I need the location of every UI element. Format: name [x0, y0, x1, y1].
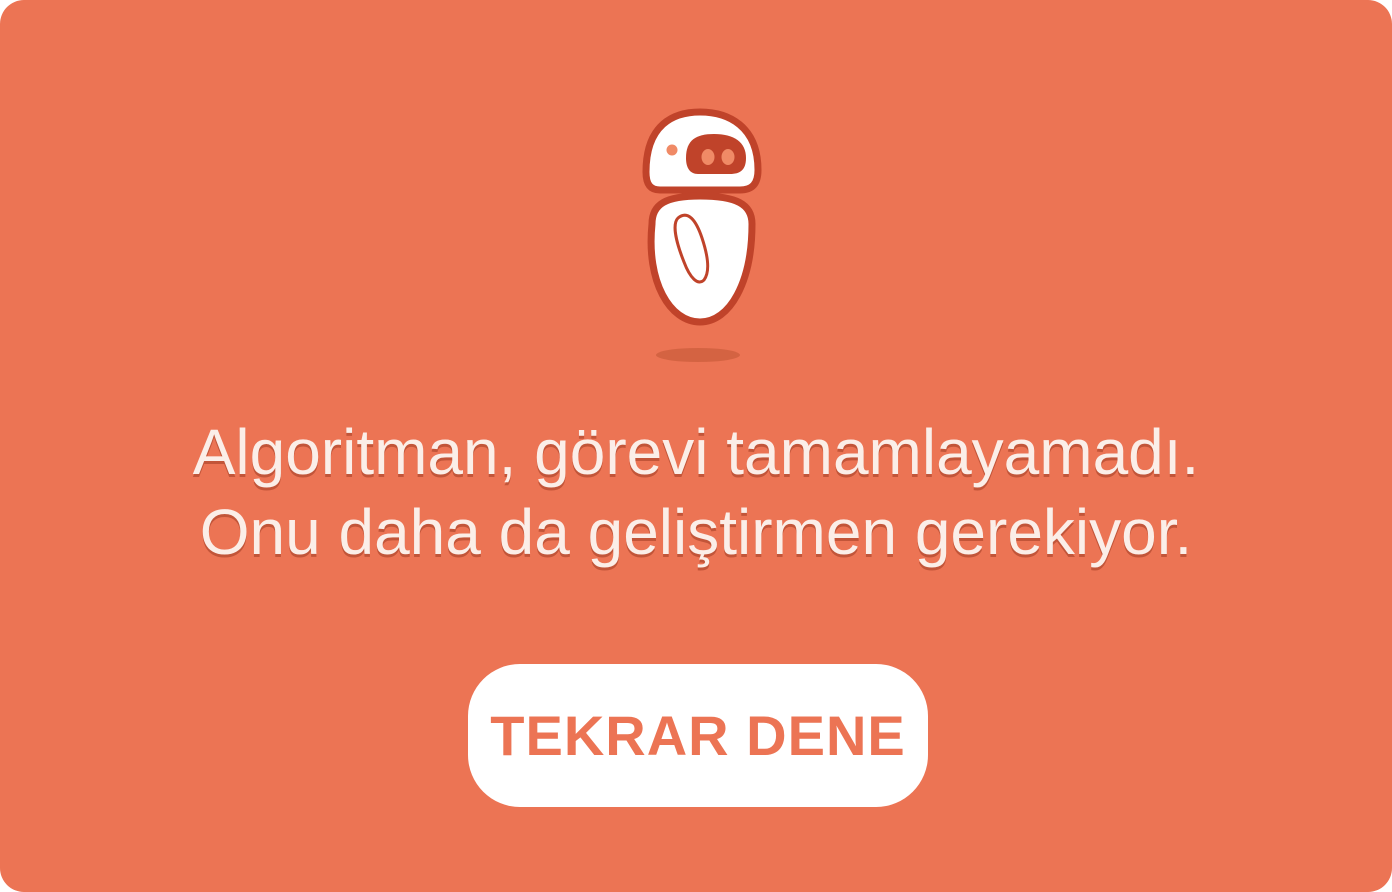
failure-dialog: Algoritman, görevi tamamlayamadı. Onu da…	[0, 0, 1392, 892]
robot-icon	[630, 100, 770, 370]
failure-message: Algoritman, görevi tamamlayamadı. Onu da…	[0, 412, 1392, 572]
retry-button[interactable]: TEKRAR DENE	[468, 664, 928, 807]
failure-message-line-1: Algoritman, görevi tamamlayamadı.	[192, 416, 1200, 488]
failure-message-line-2: Onu daha da geliştirmen gerekiyor.	[199, 496, 1193, 568]
retry-button-label: TEKRAR DENE	[490, 704, 906, 767]
